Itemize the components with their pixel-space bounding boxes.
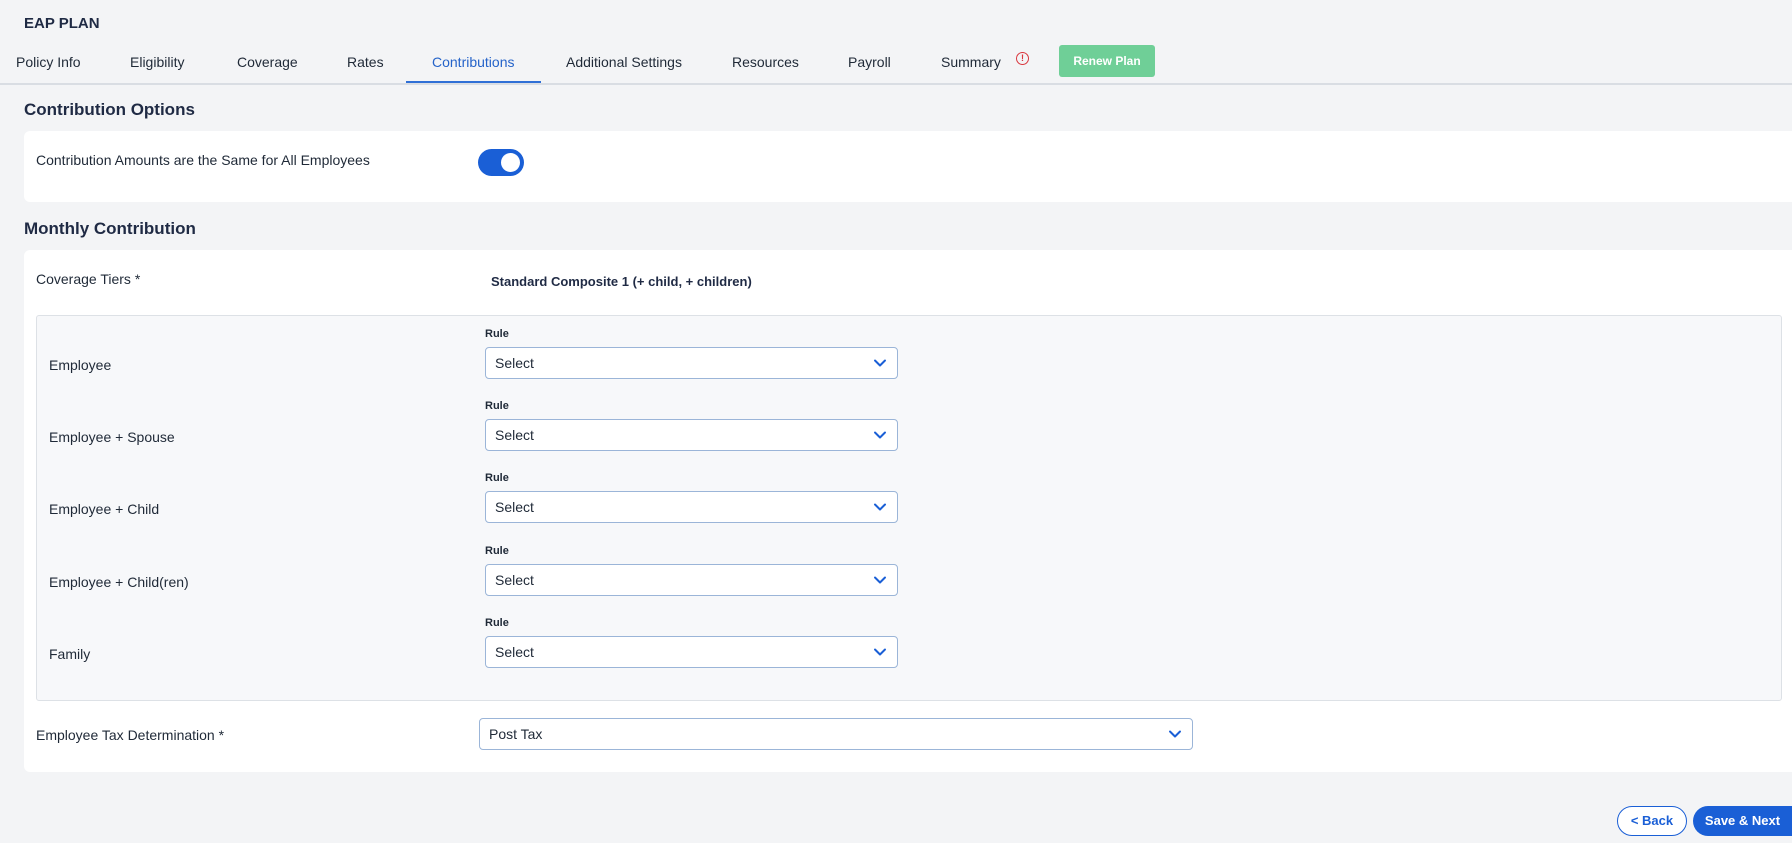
tax-determination-select[interactable]: Post Tax <box>479 718 1193 750</box>
select-value: Select <box>495 355 534 371</box>
tier-rules-panel: Employee Rule Select Employee + Spouse R… <box>36 315 1782 701</box>
toggle-knob <box>501 153 520 172</box>
renew-plan-button[interactable]: Renew Plan <box>1059 45 1155 77</box>
alert-circle-icon: ! <box>1016 52 1029 65</box>
monthly-contribution-heading: Monthly Contribution <box>24 219 196 238</box>
coverage-tiers-label: Coverage Tiers * <box>36 271 141 287</box>
rule-label: Rule <box>485 400 509 412</box>
tab-bar: Policy Info Eligibility Coverage Rates C… <box>0 44 1792 85</box>
family-rule-select[interactable]: Select <box>485 636 898 668</box>
tier-label-family: Family <box>49 646 91 662</box>
employee-children-rule-select[interactable]: Select <box>485 564 898 596</box>
tier-label-employee-children: Employee + Child(ren) <box>49 574 189 590</box>
select-value: Select <box>495 427 534 443</box>
tax-determination-label: Employee Tax Determination * <box>36 727 225 743</box>
rule-label: Rule <box>485 472 509 484</box>
chevron-down-icon <box>874 576 886 584</box>
tab-coverage[interactable]: Coverage <box>237 44 298 85</box>
tab-contributions[interactable]: Contributions <box>432 44 515 85</box>
select-value: Select <box>495 644 534 660</box>
employee-child-rule-select[interactable]: Select <box>485 491 898 523</box>
tier-label-employee-child: Employee + Child <box>49 501 160 517</box>
same-amounts-toggle[interactable] <box>478 149 524 176</box>
contribution-options-heading: Contribution Options <box>24 100 195 119</box>
select-value: Post Tax <box>489 726 543 742</box>
tier-label-employee: Employee <box>49 357 112 373</box>
tier-label-employee-spouse: Employee + Spouse <box>49 429 175 445</box>
employee-rule-select[interactable]: Select <box>485 347 898 379</box>
tab-policy-info[interactable]: Policy Info <box>16 44 81 85</box>
chevron-down-icon <box>874 359 886 367</box>
active-tab-indicator <box>406 81 541 83</box>
tab-summary[interactable]: Summary <box>941 44 1001 85</box>
rule-label: Rule <box>485 545 509 557</box>
tab-resources[interactable]: Resources <box>732 44 799 85</box>
tab-eligibility[interactable]: Eligibility <box>130 44 184 85</box>
rule-label: Rule <box>485 617 509 629</box>
save-next-button[interactable]: Save & Next <box>1693 806 1792 836</box>
tab-rates[interactable]: Rates <box>347 44 384 85</box>
select-value: Select <box>495 499 534 515</box>
chevron-down-icon <box>874 648 886 656</box>
chevron-down-icon <box>874 503 886 511</box>
chevron-down-icon <box>874 431 886 439</box>
same-amounts-label: Contribution Amounts are the Same for Al… <box>36 152 370 168</box>
back-button[interactable]: < Back <box>1617 806 1687 836</box>
tab-additional-settings[interactable]: Additional Settings <box>566 44 682 85</box>
page-title: EAP PLAN <box>24 15 100 32</box>
tab-payroll[interactable]: Payroll <box>848 44 891 85</box>
employee-spouse-rule-select[interactable]: Select <box>485 419 898 451</box>
rule-label: Rule <box>485 328 509 340</box>
select-value: Select <box>495 572 534 588</box>
coverage-tiers-value: Standard Composite 1 (+ child, + childre… <box>491 274 752 289</box>
chevron-down-icon <box>1169 730 1181 738</box>
